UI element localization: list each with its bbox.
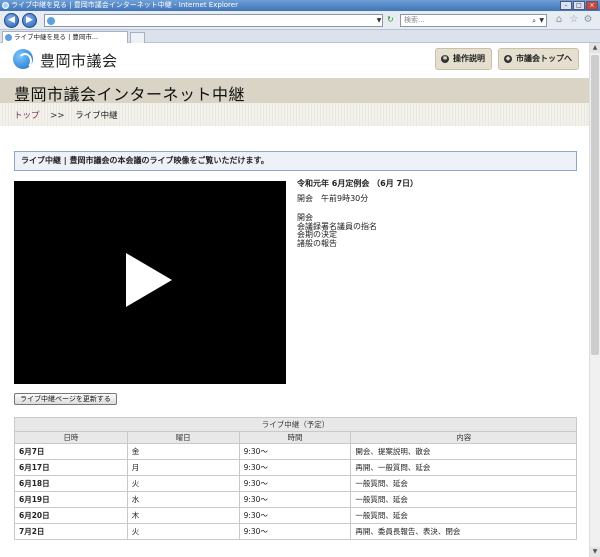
breadcrumb-current: ライブ中継 [75, 111, 118, 121]
row-content: 一般質問、延会 [350, 507, 577, 524]
header-weekday: 曜日 [126, 431, 240, 444]
window-title: ライブ中継を見る | 豊岡市議会インターネット中継 - Internet Exp… [11, 1, 238, 9]
site-favicon-icon [47, 17, 55, 25]
row-weekday: 火 [126, 523, 240, 540]
row-date: 6月20日 [14, 507, 128, 524]
schedule-caption: ライブ中継（予定） [14, 417, 577, 431]
close-icon[interactable]: × [586, 1, 598, 10]
maximize-icon[interactable]: □ [573, 1, 585, 10]
row-weekday: 火 [126, 475, 240, 492]
header-time: 時間 [238, 431, 352, 444]
row-date: 6月18日 [14, 475, 128, 492]
help-gear-icon: ✱ [441, 55, 449, 63]
row-content: 一般質問、延会 [350, 475, 577, 492]
header-content: 内容 [350, 431, 577, 444]
refresh-icon[interactable]: ↻ [387, 15, 394, 24]
title-band: 豊岡市議会インターネット中継 [0, 78, 589, 104]
address-bar[interactable] [44, 14, 383, 27]
row-weekday: 木 [126, 507, 240, 524]
refresh-live-button[interactable]: ライブ中継ページを更新する [14, 393, 117, 405]
city-logo-icon[interactable] [13, 49, 33, 69]
row-date: 6月17日 [14, 459, 128, 476]
favorites-star-icon[interactable]: ☆ [568, 14, 580, 26]
row-time: 9:30～ [238, 459, 352, 476]
breadcrumb: トップ >> ライブ中継 [0, 103, 589, 126]
home-icon[interactable]: ⌂ [553, 14, 565, 26]
council-top-button[interactable]: ◆ 市議会トップへ [498, 48, 579, 70]
row-date: 6月7日 [14, 443, 128, 460]
scroll-thumb[interactable] [591, 55, 599, 355]
table-row: 6月20日 木 9:30～ 一般質問、延会 [14, 507, 577, 524]
gear-icon[interactable]: ⚙ [582, 14, 594, 26]
scroll-up-icon[interactable]: ▲ [590, 43, 600, 53]
window-controls: – □ × [560, 1, 598, 10]
row-time: 9:30～ [238, 491, 352, 508]
row-time: 9:30～ [238, 507, 352, 524]
live-notice: ライブ中継 | 豊岡市議会の本会議のライブ映像をご覧いただけます。 [14, 151, 577, 171]
row-weekday: 月 [126, 459, 240, 476]
vertical-scrollbar[interactable]: ▲ ▼ [589, 43, 600, 557]
schedule-table: ライブ中継（予定） 日時 曜日 時間 内容 6月7日 金 9:30～ 開会、提案… [14, 417, 577, 540]
row-weekday: 金 [126, 443, 240, 460]
agenda-list: 開会 会議録署名議員の指名 会期の決定 諸般の報告 [297, 213, 418, 248]
search-dropdown-icon[interactable]: ▼ [539, 15, 544, 26]
row-date: 6月19日 [14, 491, 128, 508]
tab-bar: ライブ中継を見る | 豊岡市... [0, 30, 600, 43]
breadcrumb-separator: >> [50, 111, 65, 121]
tab-live[interactable]: ライブ中継を見る | 豊岡市... [2, 31, 128, 43]
table-row: 6月17日 月 9:30～ 再開、一般質問、延会 [14, 459, 577, 476]
page-content: 豊岡市議会 ✱ 操作説明 ◆ 市議会トップへ 豊岡市議会インターネット中継 トッ… [0, 43, 589, 557]
table-row: 6月18日 火 9:30～ 一般質問、延会 [14, 475, 577, 492]
people-icon: ◆ [504, 55, 512, 63]
site-name[interactable]: 豊岡市議会 [40, 50, 118, 71]
tab-favicon-icon [5, 34, 12, 41]
session-info: 令和元年 6月定例会 （6月 7日） 開会 午前9時30分 開会 会議録署名議員… [297, 179, 418, 248]
breadcrumb-home-link[interactable]: トップ [14, 111, 40, 121]
ie-logo-icon [2, 2, 9, 9]
schedule-header-row: 日時 曜日 時間 内容 [14, 431, 577, 444]
help-button[interactable]: ✱ 操作説明 [435, 48, 492, 70]
tab-label: ライブ中継を見る | 豊岡市... [14, 33, 99, 41]
site-header: 豊岡市議会 ✱ 操作説明 ◆ 市議会トップへ [0, 43, 589, 75]
video-player[interactable] [14, 181, 286, 384]
window-titlebar: ライブ中継を見る | 豊岡市議会インターネット中継 - Internet Exp… [0, 0, 600, 11]
table-row: 6月19日 水 9:30～ 一般質問、延会 [14, 491, 577, 508]
search-box[interactable]: 検索... ⌕ ▼ [400, 14, 547, 27]
table-row: 7月2日 火 9:30～ 再開、委員長報告、表決、閉会 [14, 523, 577, 540]
table-row: 6月7日 金 9:30～ 開会、提案説明、散会 [14, 443, 577, 460]
page-title: 豊岡市議会インターネット中継 [14, 85, 246, 104]
council-top-button-label: 市議会トップへ [516, 54, 572, 63]
row-weekday: 水 [126, 491, 240, 508]
opening-time: 開会 午前9時30分 [297, 194, 369, 203]
back-button[interactable]: ◀ [4, 13, 19, 28]
scroll-down-icon[interactable]: ▼ [590, 547, 600, 557]
row-content: 再開、一般質問、延会 [350, 459, 577, 476]
row-content: 開会、提案説明、散会 [350, 443, 577, 460]
row-time: 9:30～ [238, 475, 352, 492]
row-time: 9:30～ [238, 443, 352, 460]
row-content: 再開、委員長報告、表決、閉会 [350, 523, 577, 540]
search-placeholder: 検索... [404, 16, 425, 24]
session-title: 令和元年 6月定例会 （6月 7日） [297, 179, 419, 188]
help-button-label: 操作説明 [453, 54, 485, 63]
header-date: 日時 [14, 431, 128, 444]
row-time: 9:30～ [238, 523, 352, 540]
play-icon[interactable] [126, 253, 172, 307]
row-date: 7月2日 [14, 523, 128, 540]
browser-navbar: ◀ ▶ ▼ ↻ 検索... ⌕ ▼ ⌂ ☆ ⚙ [0, 11, 600, 30]
new-tab-button[interactable] [130, 32, 145, 43]
minimize-icon[interactable]: – [560, 1, 572, 10]
agenda-item: 諸般の報告 [297, 238, 337, 248]
forward-button[interactable]: ▶ [22, 13, 37, 28]
address-dropdown-icon[interactable]: ▼ [375, 15, 383, 26]
row-content: 一般質問、延会 [350, 491, 577, 508]
search-icon[interactable]: ⌕ [532, 16, 536, 27]
